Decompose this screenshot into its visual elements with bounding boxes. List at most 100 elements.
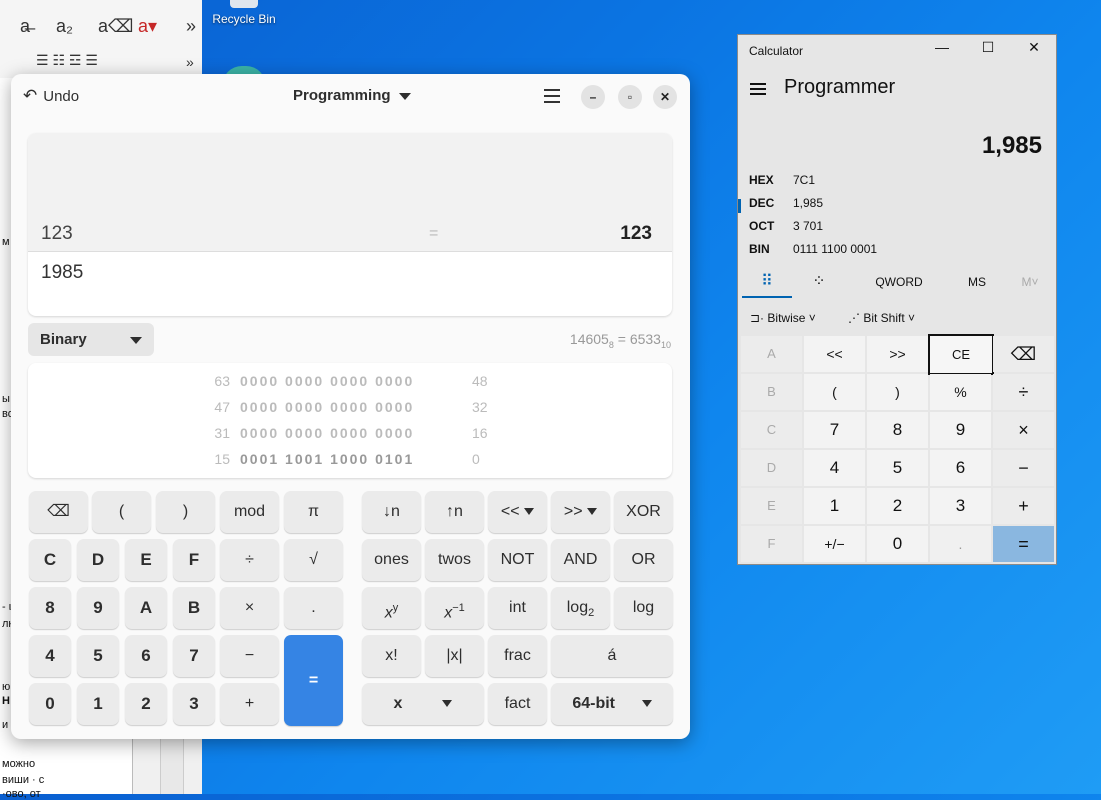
int-button[interactable]: int bbox=[488, 587, 547, 629]
backspace-button[interactable]: ⌫ bbox=[29, 491, 88, 533]
digit-4-button[interactable]: 4 bbox=[804, 450, 865, 486]
digit-3-button[interactable]: 3 bbox=[173, 683, 215, 725]
minimize-button[interactable]: — bbox=[932, 39, 952, 55]
shift-down-button[interactable]: ↓n bbox=[362, 491, 421, 533]
multiply-button[interactable]: × bbox=[993, 412, 1054, 448]
hex-f-button[interactable]: F bbox=[741, 526, 802, 562]
base-selector[interactable]: Binary bbox=[28, 323, 154, 356]
hex-b-button[interactable]: B bbox=[173, 587, 215, 629]
hex-b-button[interactable]: B bbox=[741, 374, 802, 410]
bitwise-menu[interactable]: ⊐· Bitwise ˅ bbox=[750, 311, 816, 325]
clear-entry-button[interactable]: CE bbox=[928, 334, 994, 375]
digit-4-button[interactable]: 4 bbox=[29, 635, 71, 677]
list-icon[interactable]: ☰ ☷ ☲ ☰ bbox=[36, 52, 98, 69]
log2-button[interactable]: log2 bbox=[551, 587, 610, 629]
hex-e-button[interactable]: E bbox=[125, 539, 167, 581]
hex-d-button[interactable]: D bbox=[77, 539, 119, 581]
digit-0-button[interactable]: 0 bbox=[867, 526, 928, 562]
hamburger-menu-icon[interactable] bbox=[750, 83, 766, 98]
log-button[interactable]: log bbox=[614, 587, 673, 629]
equals-button[interactable]: = bbox=[284, 635, 343, 726]
left-shift-button[interactable]: << bbox=[804, 336, 865, 372]
more-icon[interactable]: » bbox=[186, 16, 196, 37]
backspace-button[interactable]: ⌫ bbox=[993, 336, 1054, 372]
bit-group[interactable]: 0000 0000 0000 0000 bbox=[240, 373, 414, 389]
or-button[interactable]: OR bbox=[614, 539, 673, 581]
fact-button[interactable]: fact bbox=[488, 683, 547, 725]
add-button[interactable]: + bbox=[220, 683, 279, 725]
hex-f-button[interactable]: F bbox=[173, 539, 215, 581]
negate-button[interactable]: +/− bbox=[804, 526, 865, 562]
hex-e-button[interactable]: E bbox=[741, 488, 802, 524]
word-size-selector[interactable]: 64-bit bbox=[551, 683, 673, 725]
radix-oct-row[interactable]: OCT 3 701 bbox=[738, 219, 1058, 239]
more-icon-2[interactable]: » bbox=[186, 54, 194, 70]
divide-button[interactable]: ÷ bbox=[220, 539, 279, 581]
xor-button[interactable]: XOR bbox=[614, 491, 673, 533]
strikethrough-icon[interactable]: a̶ bbox=[20, 16, 30, 37]
digit-6-button[interactable]: 6 bbox=[125, 635, 167, 677]
pi-button[interactable]: π bbox=[284, 491, 343, 533]
open-paren-button[interactable]: ( bbox=[92, 491, 151, 533]
decimal-point-button[interactable]: . bbox=[284, 587, 343, 629]
full-keypad-tab[interactable]: ⠿ bbox=[742, 267, 792, 297]
multiply-button[interactable]: × bbox=[220, 587, 279, 629]
digit-7-button[interactable]: 7 bbox=[173, 635, 215, 677]
absolute-value-button[interactable]: |x| bbox=[425, 635, 484, 677]
digit-8-button[interactable]: 8 bbox=[867, 412, 928, 448]
expression-input[interactable]: 1985 bbox=[41, 262, 83, 284]
subtract-button[interactable]: − bbox=[220, 635, 279, 677]
bit-toggle-keypad-tab[interactable]: ⁘ bbox=[794, 267, 844, 297]
close-button[interactable]: ✕ bbox=[1024, 39, 1044, 56]
power-button[interactable]: xy bbox=[362, 587, 421, 629]
percent-button[interactable]: % bbox=[930, 374, 991, 410]
radix-hex-row[interactable]: HEX 7C1 bbox=[738, 173, 1058, 193]
equals-button[interactable]: = bbox=[993, 526, 1054, 562]
inverse-button[interactable]: x−1 bbox=[425, 587, 484, 629]
close-paren-button[interactable]: ) bbox=[867, 374, 928, 410]
hex-a-button[interactable]: A bbox=[125, 587, 167, 629]
digit-2-button[interactable]: 2 bbox=[867, 488, 928, 524]
divide-button[interactable]: ÷ bbox=[993, 374, 1054, 410]
clear-format-icon[interactable]: a⌫ bbox=[98, 16, 133, 37]
font-color-icon[interactable]: a▾ bbox=[138, 16, 157, 37]
digit-9-button[interactable]: 9 bbox=[77, 587, 119, 629]
mode-selector[interactable]: Programming bbox=[293, 87, 411, 104]
left-shift-button[interactable]: << bbox=[488, 491, 547, 533]
bit-group[interactable]: 0000 0000 0000 0000 bbox=[240, 399, 414, 415]
variable-menu-button[interactable]: x bbox=[362, 683, 484, 725]
subtract-button[interactable]: − bbox=[993, 450, 1054, 486]
character-button[interactable]: á bbox=[551, 635, 673, 677]
radix-dec-row[interactable]: DEC 1,985 bbox=[738, 196, 1058, 216]
and-button[interactable]: AND bbox=[551, 539, 610, 581]
undo-button[interactable]: ↶ Undo bbox=[23, 86, 79, 108]
shift-up-button[interactable]: ↑n bbox=[425, 491, 484, 533]
memory-store-button[interactable]: MS bbox=[952, 267, 1002, 297]
right-shift-button[interactable]: >> bbox=[551, 491, 610, 533]
factorial-symbol-button[interactable]: x! bbox=[362, 635, 421, 677]
decimal-point-button[interactable]: . bbox=[930, 526, 991, 562]
digit-5-button[interactable]: 5 bbox=[77, 635, 119, 677]
hamburger-menu-icon[interactable] bbox=[544, 89, 560, 107]
close-button[interactable]: ✕ bbox=[653, 85, 677, 109]
digit-9-button[interactable]: 9 bbox=[930, 412, 991, 448]
not-button[interactable]: NOT bbox=[488, 539, 547, 581]
history-entry[interactable]: 123 = 123 bbox=[28, 133, 672, 252]
digit-2-button[interactable]: 2 bbox=[125, 683, 167, 725]
memory-list-button[interactable]: M˅ bbox=[1010, 267, 1050, 297]
word-size-button[interactable]: QWORD bbox=[864, 267, 934, 297]
right-shift-button[interactable]: >> bbox=[867, 336, 928, 372]
hex-c-button[interactable]: C bbox=[29, 539, 71, 581]
maximize-button[interactable]: ☐ bbox=[978, 39, 998, 56]
open-paren-button[interactable]: ( bbox=[804, 374, 865, 410]
digit-1-button[interactable]: 1 bbox=[77, 683, 119, 725]
recycle-bin-desktop-icon[interactable]: Recycle Bin bbox=[212, 0, 276, 26]
digit-1-button[interactable]: 1 bbox=[804, 488, 865, 524]
add-button[interactable]: + bbox=[993, 488, 1054, 524]
digit-3-button[interactable]: 3 bbox=[930, 488, 991, 524]
bit-group[interactable]: 0001 1001 1000 0101 bbox=[240, 451, 414, 467]
hex-a-button[interactable]: A bbox=[741, 336, 802, 372]
subscript-icon[interactable]: a₂ bbox=[56, 16, 73, 37]
hex-d-button[interactable]: D bbox=[741, 450, 802, 486]
hex-c-button[interactable]: C bbox=[741, 412, 802, 448]
